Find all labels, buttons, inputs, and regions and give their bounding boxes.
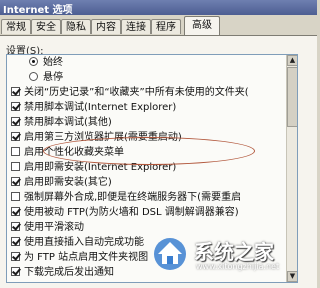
tab-advanced[interactable]: 高级	[184, 16, 220, 35]
highlight-ellipse	[43, 137, 255, 165]
checkbox[interactable]	[11, 192, 20, 201]
tab-programs[interactable]: 程序	[151, 19, 181, 34]
checkbox[interactable]	[11, 132, 20, 141]
checkbox[interactable]	[11, 177, 20, 186]
tab-strip: 常规 安全 隐私 内容 连接 程序 高级	[0, 16, 317, 36]
checkbox[interactable]	[11, 102, 20, 111]
checkbox[interactable]	[11, 237, 20, 246]
scroll-up-arrow-icon[interactable]: ▲	[287, 55, 297, 66]
house-logo-icon	[154, 238, 186, 270]
tab-security[interactable]: 安全	[31, 19, 61, 34]
checkbox[interactable]	[11, 252, 20, 261]
watermark: 系统之家 www.xitongzhijia.net	[150, 230, 310, 274]
watermark-text: 系统之家	[194, 240, 274, 264]
checkbox[interactable]	[11, 87, 20, 96]
window-title: Internet 选项	[3, 5, 73, 16]
tab-content[interactable]: 内容	[91, 19, 121, 34]
checkbox[interactable]	[11, 147, 20, 156]
radio-always[interactable]	[29, 57, 38, 66]
title-bar: Internet 选项	[0, 0, 317, 16]
tab-connections[interactable]: 连接	[121, 19, 151, 34]
watermark-url: www.xitongzhijia.net	[196, 262, 280, 271]
checkbox[interactable]	[11, 162, 20, 171]
checkbox[interactable]	[11, 267, 20, 276]
tab-privacy[interactable]: 隐私	[61, 19, 91, 34]
tab-general[interactable]: 常规	[1, 19, 31, 34]
radio-hover[interactable]	[29, 72, 38, 81]
checkbox[interactable]	[11, 207, 20, 216]
scroll-thumb[interactable]	[287, 67, 297, 127]
checkbox[interactable]	[11, 117, 20, 126]
checkbox[interactable]	[11, 222, 20, 231]
